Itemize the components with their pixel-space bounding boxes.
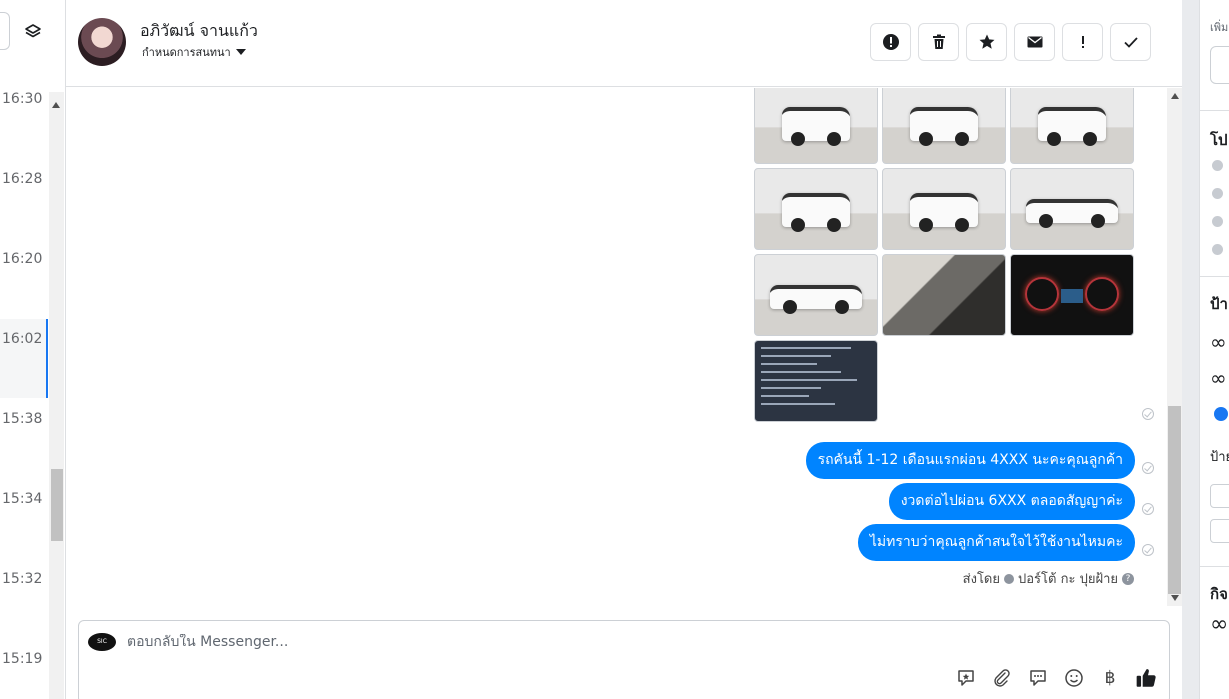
reply-input[interactable] [127,634,827,650]
verified-icon [1004,573,1014,584]
mark-done-button[interactable] [1110,23,1151,61]
list-scrollbar-thumb[interactable] [51,469,63,541]
car-photo[interactable] [1010,168,1134,250]
caret-down-icon [235,49,246,55]
delete-button[interactable] [918,23,959,61]
scroll-down-arrow-icon[interactable] [1171,595,1179,601]
car-photo[interactable] [754,88,878,164]
assign-label: กำหนดการสนทนา [142,46,231,59]
divider [1200,110,1229,111]
clock-icon [1212,160,1223,171]
reply-composer: SIC ฿ [78,620,1170,699]
emoji-icon[interactable] [1063,667,1085,689]
panel-content: เพิ่ม โป ป้า ∞ ∞ ป้าย กิจ ∞ [1199,0,1229,699]
activity-section-title: กิจ [1210,585,1228,603]
car-photo[interactable] [754,254,878,336]
search-field-stub[interactable] [0,12,10,50]
conversation-time: 15:32 [2,571,43,587]
car-gauge-photo[interactable] [1010,254,1134,336]
inbox-app: 16:30 16:28 16:20 16:02 15:38 15:34 15:3… [0,0,1229,699]
activity-tag: ∞ [1210,612,1229,637]
page-logo: SIC [88,633,116,651]
document-photo[interactable] [754,340,878,422]
car-photo[interactable] [882,168,1006,250]
add-label-icon[interactable] [1214,407,1228,421]
conversation-time: 15:19 [2,651,43,667]
report-spam-button[interactable] [870,23,911,61]
conversation-time: 16:02 [2,331,43,347]
conversation-time: 16:30 [2,91,43,107]
location-icon [1212,216,1223,227]
label-field-title: ป้าย [1210,450,1229,465]
message-bubble[interactable]: ไม่ทราบว่าคุณลูกค้าสนใจไว้ใช้งานไหมคะ [857,524,1135,561]
check-icon [1123,37,1138,48]
conversation-time: 15:38 [2,411,43,427]
mark-important-button[interactable] [1062,23,1103,61]
star-button[interactable] [966,23,1007,61]
help-icon[interactable]: ? [1122,572,1134,585]
conversation-header: อภิวัฒน์ จานแก้ว กำหนดการสนทนา [66,0,1182,87]
panel-action-button[interactable] [1210,46,1229,84]
car-photo[interactable] [882,88,1006,164]
label-tag[interactable]: ∞ [1210,366,1227,390]
thread-scrollbar-thumb[interactable] [1168,406,1181,594]
divider [1200,566,1229,567]
conversation-list: 16:30 16:28 16:20 16:02 15:38 15:34 15:3… [0,0,66,699]
car-photo[interactable] [1010,88,1134,164]
baht-icon[interactable]: ฿ [1099,667,1121,689]
conversation-time: 16:20 [2,251,43,267]
composer-tools: ฿ [955,667,1157,689]
assign-conversation-dropdown[interactable]: กำหนดการสนทนา [142,43,246,61]
label-field[interactable] [1210,519,1229,543]
star-icon [979,34,994,49]
panel-section-title: โป [1210,131,1228,149]
header-actions [870,23,1151,61]
scroll-up-arrow-icon[interactable] [52,102,60,108]
attachment-icon[interactable] [991,667,1013,689]
seen-check-icon [1142,544,1154,556]
thumbs-up-icon[interactable] [1135,667,1157,689]
scroll-up-arrow-icon[interactable] [1171,93,1179,99]
divider [1200,276,1229,277]
contact-name[interactable]: อภิวัฒน์ จานแก้ว [140,19,258,44]
message-bubble[interactable]: รถคันนี้ 1-12 เดือนแรกผ่อน 4XXX นะคะคุณล… [805,442,1135,479]
sent-by-info: ส่งโดย ปอร์โต้ กะ ปุยฝ้าย ? [963,568,1134,589]
labels-section-title: ป้า [1210,295,1228,313]
sent-by-prefix: ส่งโดย [962,572,1000,587]
thread-scrollbar[interactable] [1167,88,1182,606]
photo-album [754,88,1138,422]
customer-info-panel: เพิ่ม โป ป้า ∞ ∞ ป้าย กิจ ∞ [1182,0,1229,699]
store-icon [1212,188,1223,199]
mark-unread-button[interactable] [1014,23,1055,61]
message-bubble[interactable]: งวดต่อไปผ่อน 6XXX ตลอดสัญญาค่ะ [888,483,1135,520]
alert-circle-icon [882,34,899,50]
label-field[interactable] [1210,484,1229,508]
seen-check-icon [1142,408,1154,420]
chat-bubble-icon[interactable] [1027,667,1049,689]
sent-by-name[interactable]: ปอร์โต้ กะ ปุยฝ้าย [1018,568,1118,589]
conversation-time: 16:28 [2,171,43,187]
list-scrollbar[interactable] [49,92,64,699]
seen-check-icon [1142,503,1154,515]
message-thread: รถคันนี้ 1-12 เดือนแรกผ่อน 4XXX นะคะคุณล… [66,88,1182,606]
layers-icon[interactable] [23,22,43,42]
car-interior-photo[interactable] [882,254,1006,336]
location-icon [1212,244,1223,255]
trash-icon [932,34,945,49]
panel-gutter [1182,0,1199,699]
saved-reply-icon[interactable] [955,667,977,689]
seen-check-icon [1142,462,1154,474]
conversation-time: 15:34 [2,491,43,507]
car-photo[interactable] [754,168,878,250]
panel-top-label: เพิ่ม [1210,21,1229,34]
label-tag[interactable]: ∞ [1210,330,1227,354]
exclamation-icon [1081,36,1084,48]
envelope-icon [1027,36,1042,48]
avatar[interactable] [78,18,126,66]
